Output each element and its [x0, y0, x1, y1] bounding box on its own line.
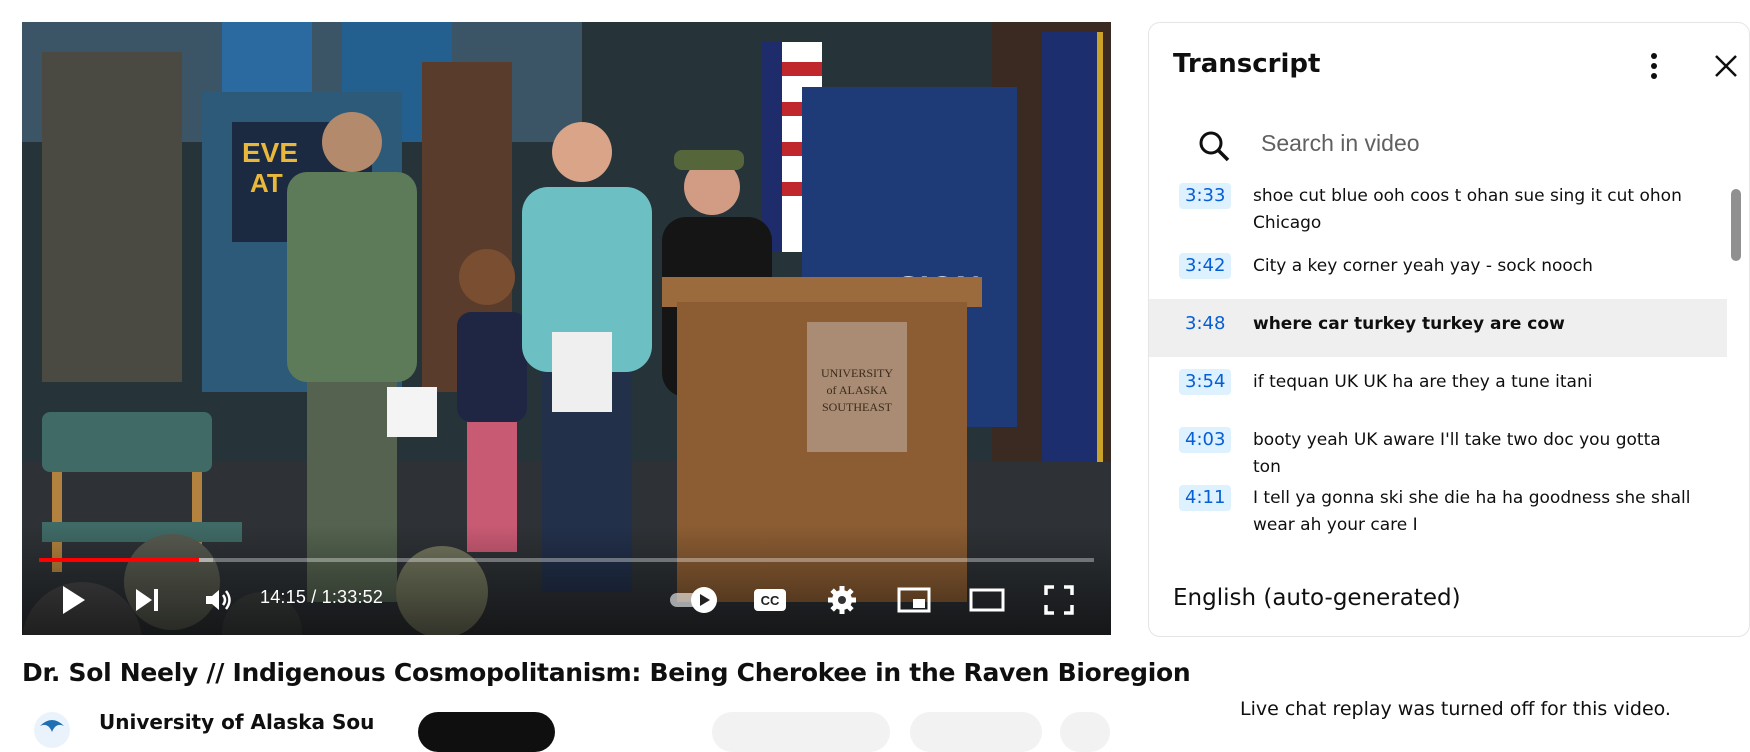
- more-vert-icon: [1651, 53, 1657, 79]
- channel-avatar[interactable]: [34, 712, 70, 748]
- play-icon: [63, 586, 85, 614]
- svg-text:EVE: EVE: [242, 137, 298, 168]
- more-actions-button[interactable]: [1060, 712, 1110, 752]
- search-icon[interactable]: [1197, 129, 1231, 163]
- segment-timestamp[interactable]: 3:48: [1179, 311, 1231, 337]
- svg-text:SOUTHEAST: SOUTHEAST: [822, 400, 893, 414]
- transcript-segment-list: 3:33 shoe cut blue ooh coos t ohan sue s…: [1149, 171, 1727, 581]
- theater-mode-button[interactable]: [967, 580, 1007, 620]
- transcript-segment[interactable]: 3:54 if tequan UK UK ha are they a tune …: [1149, 357, 1727, 415]
- transcript-panel: Transcript 3:33 shoe cut blue ooh coos t…: [1148, 22, 1750, 637]
- settings-button[interactable]: [822, 580, 862, 620]
- channel-logo-icon: [40, 720, 64, 732]
- channel-name[interactable]: University of Alaska Sou: [99, 710, 374, 734]
- segment-text: if tequan UK UK ha are they a tune itani: [1253, 372, 1593, 392]
- autoplay-toggle[interactable]: [667, 580, 721, 620]
- svg-text:AT: AT: [250, 168, 283, 198]
- fullscreen-button[interactable]: [1039, 580, 1079, 620]
- played-range: [39, 558, 200, 562]
- svg-text:CC: CC: [761, 593, 780, 608]
- segment-timestamp[interactable]: 3:33: [1179, 183, 1232, 209]
- close-icon: [1715, 55, 1737, 77]
- subscribe-button[interactable]: [418, 712, 555, 752]
- like-dislike-pill[interactable]: [712, 712, 890, 752]
- transcript-segment[interactable]: 3:33 shoe cut blue ooh coos t ohan sue s…: [1149, 171, 1727, 235]
- next-icon: [136, 589, 158, 611]
- controls-gradient: [22, 525, 1111, 635]
- segment-text: shoe cut blue ooh coos t ohan sue sing i…: [1253, 186, 1682, 233]
- transcript-search: [1149, 113, 1749, 173]
- transcript-scrollbar[interactable]: [1731, 189, 1741, 261]
- next-button[interactable]: [127, 580, 167, 620]
- fullscreen-icon: [1044, 585, 1074, 615]
- transcript-segment[interactable]: 4:03 booty yeah UK aware I'll take two d…: [1149, 415, 1727, 477]
- transcript-language-select[interactable]: English (auto-generated): [1173, 585, 1461, 611]
- segment-text: where car turkey turkey are cow: [1253, 314, 1565, 334]
- autoplay-toggle-icon: [670, 587, 717, 613]
- settings-icon: [828, 586, 856, 614]
- search-in-video-input[interactable]: [1261, 125, 1681, 161]
- segment-timestamp[interactable]: 3:54: [1179, 369, 1232, 395]
- video-player[interactable]: EVE AT SION: [22, 22, 1111, 635]
- volume-icon: [206, 590, 231, 610]
- svg-text:UNIVERSITY: UNIVERSITY: [821, 366, 893, 380]
- svg-text:of ALASKA: of ALASKA: [826, 383, 887, 397]
- transcript-menu-button[interactable]: [1639, 49, 1669, 83]
- transcript-segment[interactable]: 4:11 I tell ya gonna ski she die ha ha g…: [1149, 473, 1727, 543]
- transcript-segment[interactable]: 3:42 City a key corner yeah yay - sock n…: [1149, 241, 1727, 299]
- video-title: Dr. Sol Neely // Indigenous Cosmopolitan…: [22, 658, 1191, 687]
- transcript-segment-active[interactable]: 3:48 where car turkey turkey are cow: [1149, 299, 1727, 357]
- volume-button[interactable]: [199, 580, 239, 620]
- play-button[interactable]: [54, 580, 94, 620]
- captions-button[interactable]: CC: [750, 580, 790, 620]
- miniplayer-button[interactable]: [894, 580, 934, 620]
- captions-icon: CC: [754, 589, 786, 611]
- miniplayer-icon: [897, 587, 931, 613]
- progress-bar[interactable]: [39, 558, 1094, 562]
- time-display: 14:15 / 1:33:52: [260, 587, 384, 607]
- transcript-title: Transcript: [1173, 49, 1321, 79]
- live-chat-notice: Live chat replay was turned off for this…: [1240, 698, 1671, 720]
- theater-icon: [969, 588, 1005, 612]
- segment-text: I tell ya gonna ski she die ha ha goodne…: [1253, 488, 1691, 535]
- close-transcript-button[interactable]: [1709, 49, 1743, 83]
- share-button[interactable]: [910, 712, 1042, 752]
- segment-text: City a key corner yeah yay - sock nooch: [1253, 256, 1593, 276]
- segment-timestamp[interactable]: 3:42: [1179, 253, 1232, 279]
- segment-timestamp[interactable]: 4:03: [1179, 427, 1232, 453]
- segment-timestamp[interactable]: 4:11: [1179, 485, 1232, 511]
